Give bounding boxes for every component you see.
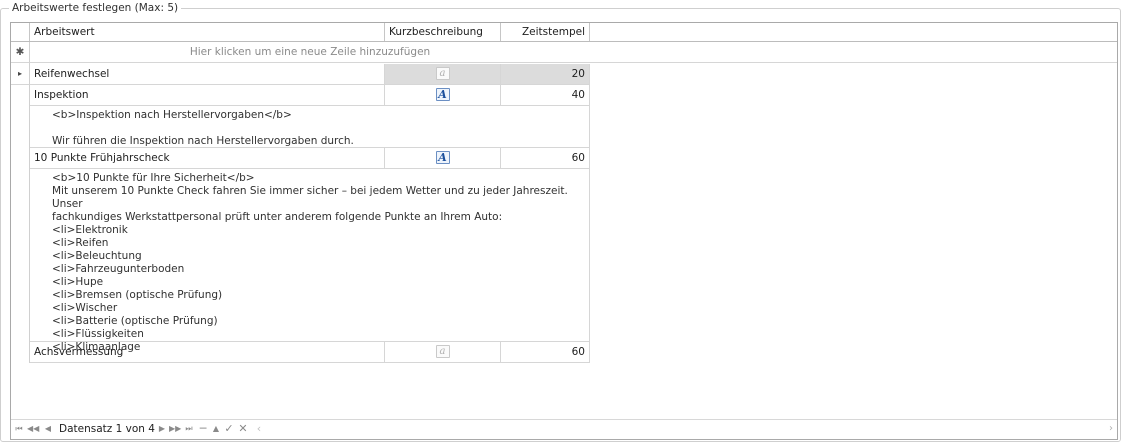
prev-icon[interactable]: ◀ [42, 420, 54, 438]
cell-arbeitswert[interactable]: Achsvermessung [30, 342, 385, 363]
cell-zeitstempel[interactable]: 60 [501, 342, 590, 363]
table-row[interactable]: ▸ Reifenwechsel a 20 [11, 64, 590, 85]
new-row[interactable]: Hier klicken um eine neue Zeile hinzuzuf… [30, 42, 1117, 63]
cell-zeitstempel[interactable]: 40 [501, 85, 590, 106]
cell-zeitstempel[interactable]: 60 [501, 148, 590, 169]
append-icon[interactable]: ─ [197, 420, 209, 438]
table-row[interactable]: Achsvermessung a 60 [11, 342, 590, 363]
delete-icon[interactable]: ▲ [210, 420, 222, 438]
row-indicator: ▸ [11, 64, 30, 85]
data-navigator: ⏮ ◀◀ ◀ Datensatz 1 von 4 ▶ ▶▶ ⏭ ─ ▲ ✓ ✕ … [11, 419, 1117, 439]
cell-zeitstempel[interactable]: 20 [501, 64, 590, 85]
last-icon[interactable]: ⏭ [183, 420, 195, 438]
column-header-kurzbeschreibung[interactable]: Kurzbeschreibung [385, 23, 501, 41]
table-row[interactable]: 10 Punkte Frühjahrscheck A 60 [11, 148, 590, 169]
arbeitswerte-grid[interactable]: Arbeitswert Kurzbeschreibung Zeitstempel… [10, 22, 1118, 440]
prev-page-icon[interactable]: ◀◀ [27, 420, 39, 438]
new-row-indicator: ✱ [11, 42, 30, 63]
description-empty-icon[interactable]: a [435, 345, 450, 358]
header-indicator [11, 23, 30, 41]
description-filled-icon[interactable]: A [435, 151, 450, 164]
cell-kurzbeschreibung[interactable]: A [385, 85, 501, 106]
grid-header: Arbeitswert Kurzbeschreibung Zeitstempel [11, 23, 1117, 42]
scroll-left-icon[interactable]: ‹ [253, 420, 265, 438]
group-title: Arbeitswerte festlegen (Max: 5) [9, 2, 182, 14]
cell-arbeitswert[interactable]: Inspektion [30, 85, 385, 106]
cell-kurzbeschreibung[interactable]: A [385, 148, 501, 169]
column-header-zeitstempel[interactable]: Zeitstempel [501, 23, 590, 41]
description-filled-icon[interactable]: A [435, 88, 450, 101]
cell-arbeitswert[interactable]: Reifenwechsel [30, 64, 385, 85]
record-counter: Datensatz 1 von 4 [59, 423, 155, 435]
new-row-hint: Hier klicken um eine neue Zeile hinzuzuf… [189, 46, 431, 58]
row-preview: <b>10 Punkte für Ihre Sicherheit</b> Mit… [30, 169, 590, 353]
next-icon[interactable]: ▶ [156, 420, 168, 438]
cell-kurzbeschreibung[interactable]: a [385, 342, 501, 363]
column-header-arbeitswert[interactable]: Arbeitswert [30, 23, 385, 41]
cell-arbeitswert[interactable]: 10 Punkte Frühjahrscheck [30, 148, 385, 169]
first-icon[interactable]: ⏮ [13, 420, 25, 438]
scroll-right-icon[interactable]: › [1109, 420, 1113, 438]
description-empty-icon[interactable]: a [435, 67, 450, 80]
row-indicator-column [11, 63, 30, 363]
table-row[interactable]: Inspektion A 40 [11, 85, 590, 106]
row-preview: <b>Inspektion nach Herstellervorgaben</b… [30, 106, 590, 148]
end-edit-icon[interactable]: ✓ [223, 420, 235, 438]
next-page-icon[interactable]: ▶▶ [169, 420, 181, 438]
cell-kurzbeschreibung[interactable]: a [385, 64, 501, 85]
cancel-edit-icon[interactable]: ✕ [237, 420, 249, 438]
